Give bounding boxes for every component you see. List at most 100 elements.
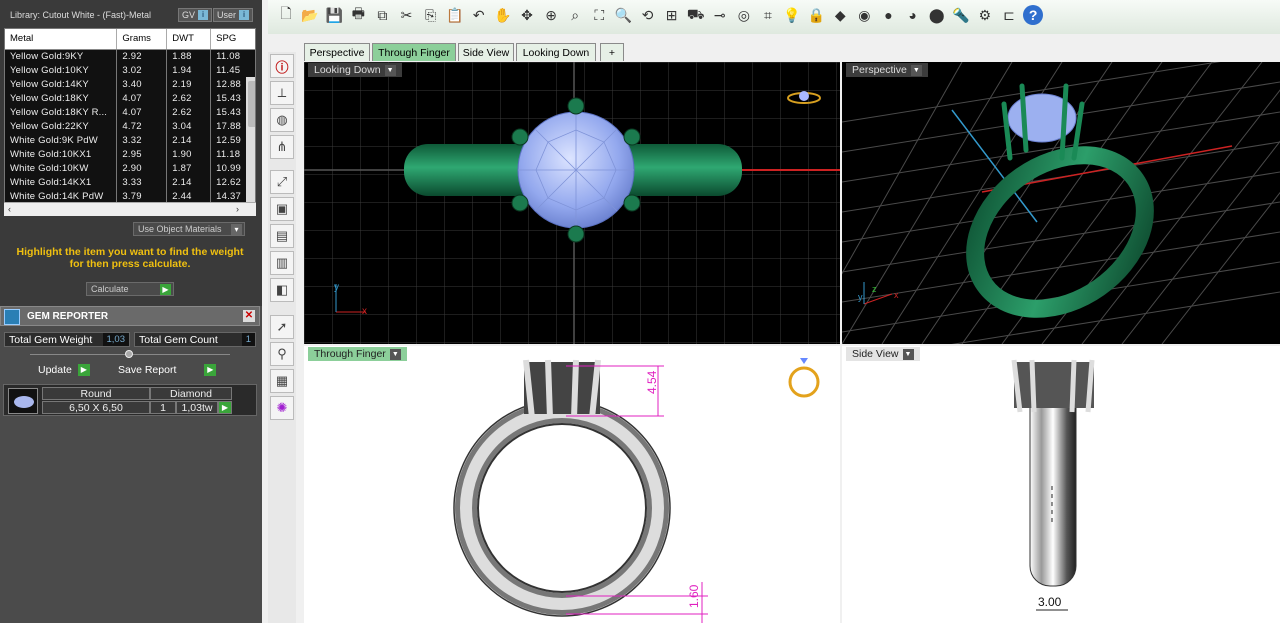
tab-side-view[interactable]: Side View <box>458 43 514 61</box>
metal-table: Metal Grams DWT SPG Yellow Gold:9KY 2.92 1… <box>4 28 256 216</box>
metal-table-row[interactable]: Yellow Gold:18KY R... 4.07 2.62 15.43 <box>5 105 255 119</box>
cube-side-icon[interactable]: ▥ <box>270 251 294 275</box>
metal-table-row[interactable]: Yellow Gold:9KY 2.92 1.88 11.08 <box>5 49 255 63</box>
stop-icon[interactable]: ⓘ <box>270 54 294 78</box>
perspective-label[interactable]: Perspective ▼ <box>846 63 928 77</box>
viewports-icon[interactable]: ⊞ <box>662 5 682 25</box>
pan-hand-icon[interactable]: ✋ <box>493 5 513 25</box>
axis-icon[interactable]: ⟂ <box>270 81 294 105</box>
shaded-sphere-icon[interactable]: ◕ <box>903 5 923 25</box>
side-view-label[interactable]: Side View ▼ <box>846 347 920 361</box>
scale-icon[interactable]: ⤢ <box>270 170 294 194</box>
zoom-extents-icon[interactable]: ⛶ <box>589 5 609 25</box>
paste-icon[interactable]: 📋 <box>445 5 465 25</box>
play-icon[interactable]: ▶ <box>218 401 232 414</box>
column-dwt[interactable]: DWT <box>166 29 212 50</box>
column-grams[interactable]: Grams <box>116 29 168 50</box>
layout-icon[interactable]: ⊏ <box>999 5 1019 25</box>
metal-table-row[interactable]: White Gold:14KX1 3.33 2.14 12.62 <box>5 175 255 189</box>
cube-iso-icon[interactable]: ◧ <box>270 278 294 302</box>
metal-table-row[interactable]: White Gold:10KW 2.90 1.87 10.99 <box>5 161 255 175</box>
cut-icon[interactable]: ✂ <box>397 5 417 25</box>
sphere-icon[interactable]: ● <box>879 5 899 25</box>
new-file-icon[interactable]: 🗋 <box>276 5 296 25</box>
tab-perspective[interactable]: Perspective <box>304 43 370 61</box>
scroll-thumb[interactable] <box>248 81 255 127</box>
metal-name: White Gold:9K PdW <box>5 133 118 147</box>
use-object-materials-button[interactable]: Use Object Materials ▾ <box>133 222 245 236</box>
metal-table-row[interactable]: Yellow Gold:10KY 3.02 1.94 11.45 <box>5 63 255 77</box>
left-panel: Library: Cutout White - (Fast)-Metal GV i… <box>0 0 262 623</box>
car-icon[interactable]: ⛟ <box>686 5 706 25</box>
table-horizontal-scrollbar[interactable]: ‹ › <box>4 202 256 216</box>
metal-dwt: 1.90 <box>166 147 212 161</box>
calculate-button[interactable]: Calculate ▶ <box>86 282 174 296</box>
tab-through-finger[interactable]: Through Finger <box>372 43 456 61</box>
light-bulb-icon[interactable]: 💡 <box>782 5 802 25</box>
tab-looking-down[interactable]: Looking Down <box>516 43 596 61</box>
table-vertical-scrollbar[interactable] <box>246 77 255 215</box>
copy-file-icon[interactable]: ⧉ <box>372 5 392 25</box>
viewport-through-finger[interactable]: 4.54 1.60 Through Finger ▼ <box>304 346 840 623</box>
globe-icon[interactable]: ◍ <box>270 108 294 132</box>
undo-icon[interactable]: ↶ <box>469 5 489 25</box>
gv-button[interactable]: GV i <box>178 8 213 22</box>
update-button[interactable]: Update ▶ <box>38 363 90 377</box>
column-spg[interactable]: SPG <box>210 29 255 50</box>
close-icon[interactable]: ✕ <box>243 310 255 322</box>
move-icon[interactable]: ✥ <box>517 5 537 25</box>
flashlight-icon[interactable]: 🔦 <box>951 5 971 25</box>
cube-front-icon[interactable]: ▣ <box>270 197 294 221</box>
metal-grams: 4.07 <box>116 105 168 119</box>
user-button[interactable]: User i <box>213 8 254 22</box>
zoom-in-icon[interactable]: ⊕ <box>541 5 561 25</box>
scroll-left-icon[interactable]: ‹ <box>8 204 11 214</box>
ruler-icon[interactable]: ⊸ <box>710 5 730 25</box>
metal-name: Yellow Gold:22KY <box>5 119 118 133</box>
metal-name: Yellow Gold:18KY <box>5 91 118 105</box>
add-tab-button[interactable]: + <box>600 43 624 61</box>
lock-icon[interactable]: 🔒 <box>806 5 826 25</box>
viewport-perspective[interactable]: x y z Perspective ▼ <box>842 62 1280 344</box>
slider-handle[interactable] <box>125 350 133 358</box>
blue-sphere-icon[interactable]: ⬤ <box>927 5 947 25</box>
print-icon[interactable]: 🖶 <box>348 5 368 25</box>
save-report-button[interactable]: Save Report ▶ <box>118 363 217 377</box>
viewport-side-view[interactable]: 3.00 Side View ▼ <box>842 346 1280 623</box>
metal-table-row[interactable]: White Gold:14K PdW 3.79 2.44 14.37 <box>5 189 255 203</box>
zoom-window-icon[interactable]: ⌕ <box>565 5 585 25</box>
save-icon[interactable]: 💾 <box>324 5 344 25</box>
copy-icon[interactable]: ⎘ <box>421 5 441 25</box>
pin-icon[interactable]: ⚲ <box>270 342 294 366</box>
cube-top-icon[interactable]: ▤ <box>270 224 294 248</box>
metal-dwt: 1.88 <box>166 49 212 63</box>
scroll-right-icon[interactable]: › <box>236 204 239 214</box>
metal-table-row[interactable]: Yellow Gold:22KY 4.72 3.04 17.88 <box>5 119 255 133</box>
rotate-view-icon[interactable]: ⟲ <box>638 5 658 25</box>
color-wheel-icon[interactable]: ◉ <box>854 5 874 25</box>
gem-slider[interactable] <box>30 350 230 358</box>
metal-table-row[interactable]: White Gold:10KX1 2.95 1.90 11.18 <box>5 147 255 161</box>
gear-icon[interactable]: ⚙ <box>975 5 995 25</box>
gear-purple-icon[interactable]: ✺ <box>270 396 294 420</box>
help-icon[interactable]: ? <box>1023 5 1044 25</box>
column-metal[interactable]: Metal <box>5 29 118 50</box>
viewport-looking-down[interactable]: x y Looking Down ▼ <box>304 62 840 344</box>
metal-table-row[interactable]: Yellow Gold:14KY 3.40 2.19 12.88 <box>5 77 255 91</box>
update-label: Update <box>38 364 72 376</box>
ring-orientation-icon[interactable] <box>788 358 820 398</box>
looking-down-label[interactable]: Looking Down ▼ <box>308 63 402 77</box>
render-icon[interactable]: ◆ <box>830 5 850 25</box>
metal-grams: 4.72 <box>116 119 168 133</box>
nodes-icon[interactable]: ⋔ <box>270 135 294 159</box>
gem-list-item[interactable]: Round Diamond 6,50 X 6,50 1 1,03tw ▶ <box>3 384 257 416</box>
orbit-icon[interactable]: ◎ <box>734 5 754 25</box>
snap-icon[interactable]: ⌗ <box>758 5 778 25</box>
through-finger-label[interactable]: Through Finger ▼ <box>308 347 407 361</box>
zoom-icon[interactable]: 🔍 <box>613 5 633 25</box>
pointer-icon[interactable]: ➚ <box>270 315 294 339</box>
metal-table-row[interactable]: White Gold:9K PdW 3.32 2.14 12.59 <box>5 133 255 147</box>
metal-table-row[interactable]: Yellow Gold:18KY 4.07 2.62 15.43 <box>5 91 255 105</box>
open-file-icon[interactable]: 📂 <box>300 5 320 25</box>
grid-box-icon[interactable]: ▦ <box>270 369 294 393</box>
